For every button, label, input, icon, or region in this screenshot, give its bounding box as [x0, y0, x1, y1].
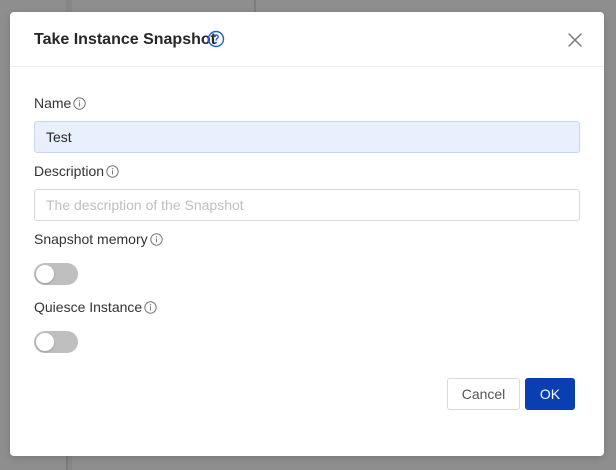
- toggle-knob: [36, 265, 54, 283]
- quiesce-instance-toggle[interactable]: [34, 331, 78, 353]
- name-input[interactable]: [34, 121, 580, 153]
- name-label: Name: [34, 94, 87, 112]
- info-circle-icon[interactable]: [106, 164, 119, 178]
- dialog-title: Take Instance Snapshot: [34, 31, 216, 48]
- question-circle-icon[interactable]: [207, 30, 225, 48]
- info-circle-icon[interactable]: [149, 232, 163, 246]
- info-circle-icon[interactable]: [73, 96, 87, 110]
- cancel-button[interactable]: Cancel: [447, 378, 520, 410]
- snapshot-memory-label: Snapshot memory: [34, 230, 163, 248]
- backdrop-panel-edge: [254, 0, 256, 12]
- ok-button[interactable]: OK: [525, 378, 575, 410]
- backdrop-panel-edge: [66, 456, 68, 470]
- dialog-header: Take Instance Snapshot: [10, 12, 604, 67]
- quiesce-instance-label: Quiesce Instance: [34, 298, 157, 316]
- description-label: Description: [34, 162, 119, 180]
- description-input[interactable]: [34, 189, 580, 221]
- toggle-knob: [36, 333, 54, 351]
- snapshot-memory-toggle[interactable]: [34, 263, 78, 285]
- close-icon[interactable]: [567, 32, 583, 48]
- info-circle-icon[interactable]: [144, 300, 157, 314]
- snapshot-dialog: Take Instance Snapshot Name Description …: [10, 12, 604, 456]
